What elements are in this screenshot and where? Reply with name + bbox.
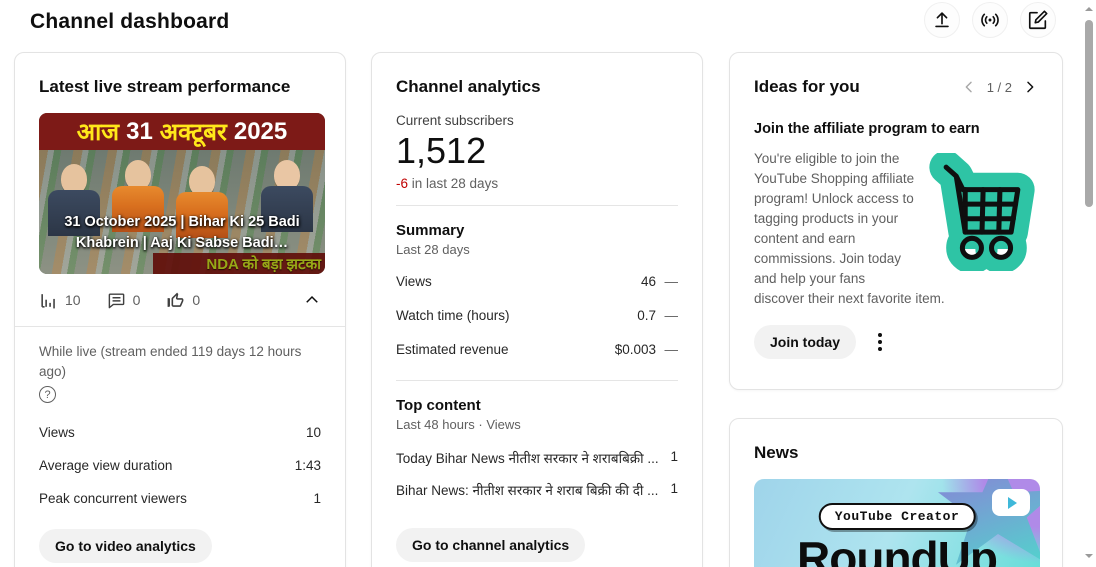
- summary-row-watch-time: Watch time (hours) 0.7 —: [396, 299, 678, 332]
- views-stat: 10: [39, 291, 81, 310]
- create-edit-button[interactable]: [1020, 2, 1056, 38]
- channel-dashboard-page: Channel dashboard Latest live stream per…: [0, 0, 1096, 567]
- chevron-right-icon[interactable]: [1022, 79, 1038, 95]
- metric-row-views: Views 10: [39, 416, 321, 449]
- collapse-card-button[interactable]: [303, 291, 321, 309]
- top-content-row[interactable]: Bihar News: नीतीश सरकार ने शराब बिक्री क…: [396, 474, 678, 506]
- comments-stat: 0: [107, 291, 141, 310]
- chevron-left-icon[interactable]: [961, 79, 977, 95]
- ideas-header: Ideas for you 1 / 2: [754, 77, 1038, 97]
- thumbnail-bottom-strip: NDA को बड़ा झटका: [153, 253, 325, 274]
- scroll-down-icon[interactable]: [1084, 551, 1094, 561]
- news-card-title: News: [754, 443, 1038, 463]
- page-scrollbar[interactable]: [1082, 0, 1096, 567]
- page-title: Channel dashboard: [30, 10, 229, 34]
- help-icon[interactable]: ?: [39, 386, 56, 403]
- topbar: Channel dashboard: [0, 0, 1096, 48]
- edit-icon: [1027, 9, 1049, 31]
- divider: [396, 380, 678, 381]
- go-live-icon: [979, 9, 1001, 31]
- summary-row-views: Views 46 —: [396, 265, 678, 298]
- more-options-icon[interactable]: [874, 329, 886, 355]
- video-thumbnail[interactable]: आज 31 अक्टूबर 2025 31 October 2025 | Bih…: [39, 113, 325, 274]
- play-icon: [1008, 497, 1017, 509]
- summary-rows: Views 46 — Watch time (hours) 0.7 — Esti…: [396, 265, 678, 366]
- subscribers-count: 1,512: [396, 130, 678, 172]
- subscribers-label: Current subscribers: [396, 113, 678, 128]
- upload-icon: [931, 9, 953, 31]
- chevron-up-icon: [303, 291, 321, 309]
- divider: [15, 326, 345, 327]
- pager-counter: 1 / 2: [987, 80, 1012, 95]
- summary-title: Summary: [396, 222, 678, 239]
- go-to-video-analytics-button[interactable]: Go to video analytics: [39, 529, 212, 563]
- latest-live-stream-card: Latest live stream performance आज 31 अक्…: [14, 52, 346, 567]
- channel-analytics-card: Channel analytics Current subscribers 1,…: [371, 52, 703, 567]
- top-content-row[interactable]: Today Bihar News नीतीश सरकार ने शराबबिक्…: [396, 442, 678, 474]
- idea-heading: Join the affiliate program to earn: [754, 121, 1038, 137]
- while-live-context: While live (stream ended 119 days 12 hou…: [39, 342, 321, 404]
- ideas-for-you-card: Ideas for you 1 / 2 Join the affiliate p…: [729, 52, 1063, 390]
- go-to-channel-analytics-button[interactable]: Go to channel analytics: [396, 528, 585, 562]
- top-content-subtitle: Last 48 hours · Views: [396, 417, 678, 432]
- news-headline: RoundUp: [754, 531, 1040, 567]
- topbar-actions: [924, 2, 1056, 38]
- idea-body: You're eligible to join the YouTube Shop…: [754, 149, 1038, 309]
- analytics-card-title: Channel analytics: [396, 77, 678, 97]
- ideas-card-title: Ideas for you: [754, 77, 860, 97]
- news-card: News YouTube Creator RoundUp: [729, 418, 1063, 567]
- stream-stats-row: 10 0 0: [39, 288, 321, 312]
- thumbnail-overlay-title: 31 October 2025 | Bihar Ki 25 Badi Khabr…: [45, 212, 319, 254]
- divider: [396, 205, 678, 206]
- thumbnail-top-banner: आज 31 अक्टूबर 2025: [39, 113, 325, 150]
- top-content-title: Top content: [396, 397, 678, 414]
- summary-row-revenue: Estimated revenue $0.003 —: [396, 333, 678, 366]
- shopping-cart-icon: [926, 153, 1038, 271]
- scroll-up-icon[interactable]: [1084, 4, 1094, 14]
- metric-row-avg-duration: Average view duration 1:43: [39, 449, 321, 482]
- stream-metrics: Views 10 Average view duration 1:43 Peak…: [39, 416, 321, 515]
- comment-icon: [107, 291, 126, 310]
- join-today-button[interactable]: Join today: [754, 325, 856, 359]
- trend-flat-icon: —: [656, 274, 678, 289]
- upload-video-button[interactable]: [924, 2, 960, 38]
- metric-row-peak-viewers: Peak concurrent viewers 1: [39, 482, 321, 515]
- subscribers-delta: -6 in last 28 days: [396, 176, 678, 191]
- go-live-button[interactable]: [972, 2, 1008, 38]
- trend-flat-icon: —: [656, 308, 678, 323]
- play-badge: [992, 489, 1030, 516]
- delta-value: -6: [396, 176, 408, 191]
- analytics-bars-icon: [39, 291, 58, 310]
- thumbs-up-icon: [166, 291, 185, 310]
- scrollbar-thumb[interactable]: [1085, 20, 1093, 207]
- live-card-title: Latest live stream performance: [39, 77, 321, 97]
- news-thumbnail[interactable]: YouTube Creator RoundUp: [754, 479, 1040, 567]
- idea-actions: Join today: [754, 325, 1038, 359]
- ideas-pager: 1 / 2: [961, 79, 1038, 95]
- likes-stat: 0: [166, 291, 200, 310]
- summary-subtitle: Last 28 days: [396, 242, 678, 257]
- trend-flat-icon: —: [656, 342, 678, 357]
- top-content-rows: Today Bihar News नीतीश सरकार ने शराबबिक्…: [396, 442, 678, 506]
- news-badge: YouTube Creator: [819, 503, 976, 530]
